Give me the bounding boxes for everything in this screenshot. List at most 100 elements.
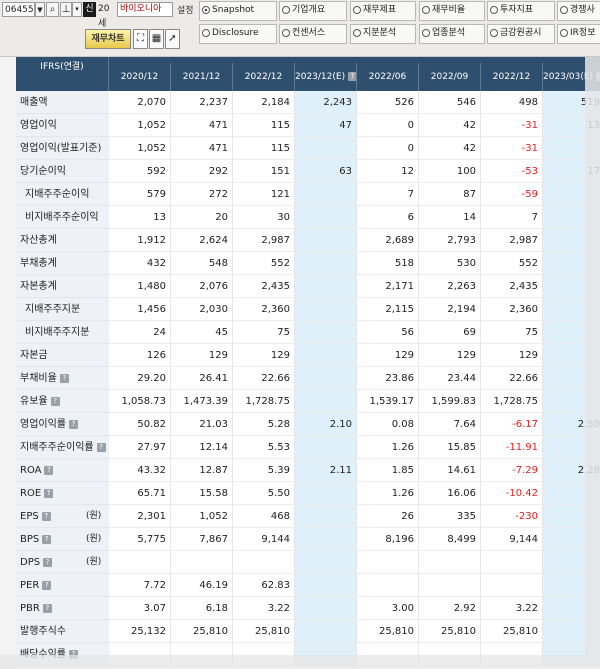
help-icon[interactable]: ? xyxy=(42,603,52,613)
radio-dot-icon xyxy=(422,29,430,37)
row-label: 자본총계 xyxy=(16,275,109,298)
expand-icon[interactable]: ⛶ xyxy=(133,29,148,49)
help-icon[interactable]: ? xyxy=(69,419,78,429)
table-cell: 2,237 xyxy=(171,91,233,114)
radio-6[interactable]: Disclosure xyxy=(202,26,259,40)
row-label[interactable]: PER? xyxy=(16,574,109,597)
table-cell xyxy=(295,298,357,321)
table-cell: 6 xyxy=(357,206,419,229)
radio-4[interactable]: 투자지표 xyxy=(490,3,533,17)
help-icon[interactable]: ? xyxy=(42,534,52,544)
row-label: 매출액 xyxy=(16,91,109,114)
table-cell xyxy=(295,206,357,229)
row-label[interactable]: PBR? xyxy=(16,597,109,620)
radio-10[interactable]: 금감원공시 xyxy=(490,26,541,40)
table-cell: 13 xyxy=(109,206,171,229)
table-cell: 2,435 xyxy=(233,275,295,298)
table-cell: 1,058.73 xyxy=(109,390,171,413)
radio-label: IR정보 xyxy=(570,28,596,38)
radio-8[interactable]: 지분분석 xyxy=(353,26,396,40)
table-cell: 3.00 xyxy=(357,597,419,620)
table-cell: 25,810 xyxy=(233,620,295,643)
column-header-label: 2022/09 xyxy=(430,72,469,82)
table-cell: 26.41 xyxy=(171,367,233,390)
row-label: 영업이익 xyxy=(16,114,109,137)
help-icon[interactable]: ? xyxy=(348,72,356,81)
table-cell xyxy=(295,620,357,643)
menu-dropdown-icon[interactable]: ▾ xyxy=(72,2,82,17)
radio-1[interactable]: 기업개요 xyxy=(282,3,325,17)
settings-link[interactable]: 설정 xyxy=(177,3,194,16)
help-icon[interactable]: ? xyxy=(44,465,54,475)
help-icon[interactable]: ? xyxy=(43,557,53,567)
table-cell: 292 xyxy=(171,160,233,183)
table-cell xyxy=(295,574,357,597)
help-icon[interactable]: ? xyxy=(59,373,69,383)
table-cell: 5.28 xyxy=(233,413,295,436)
table-cell: 47 xyxy=(295,114,357,137)
table-cell: 5,775 xyxy=(109,528,171,551)
pin-icon[interactable]: ⊥ xyxy=(60,2,72,17)
table-cell: 2,793 xyxy=(419,229,481,252)
table-cell: 2,689 xyxy=(357,229,419,252)
table-cell: 548 xyxy=(171,252,233,275)
search-icon[interactable]: ⌕ xyxy=(46,2,59,17)
calendar-icon[interactable]: ▦ xyxy=(149,29,164,49)
table-cell: 2.92 xyxy=(419,597,481,620)
company-name-field[interactable]: 바이오니아 xyxy=(117,2,173,17)
table-cell: 12.87 xyxy=(171,459,233,482)
radio-dot-icon xyxy=(560,29,568,37)
table-cell: 9,144 xyxy=(233,528,295,551)
table-cell: 50.82 xyxy=(109,413,171,436)
table-cell: 27.97 xyxy=(109,436,171,459)
row-label[interactable]: 영업이익률? xyxy=(16,413,109,436)
table-cell: 63 xyxy=(295,160,357,183)
row-label[interactable]: 부채비율? xyxy=(16,367,109,390)
row-label-text: 비지배주주지분 xyxy=(25,327,90,338)
table-row: 매출액2,0702,2372,1842,243526546498519 xyxy=(16,91,600,114)
radio-11[interactable]: IR정보 xyxy=(560,26,595,40)
horizontal-scrollbar[interactable] xyxy=(0,655,600,669)
radio-7[interactable]: 컨센서스 xyxy=(282,26,325,40)
table-cell: -53 xyxy=(481,160,543,183)
row-label[interactable]: ROA? xyxy=(16,459,109,482)
row-label[interactable]: BPS? (원) xyxy=(16,528,109,551)
radio-5[interactable]: 경쟁사 xyxy=(560,3,595,17)
table-cell: 9,144 xyxy=(481,528,543,551)
cursor-icon[interactable]: ➚ xyxy=(165,29,180,49)
vertical-scrollbar[interactable] xyxy=(585,57,600,655)
table-row: 영업이익률?50.8221.035.282.100.087.64-6.172.5… xyxy=(16,413,600,436)
row-label[interactable]: DPS? (원) xyxy=(16,551,109,574)
table-cell: 126 xyxy=(109,344,171,367)
row-label[interactable]: EPS? (원) xyxy=(16,505,109,528)
table-cell xyxy=(419,551,481,574)
table-cell: 272 xyxy=(171,183,233,206)
help-icon[interactable]: ? xyxy=(96,442,106,452)
stock-code-input[interactable]: 064550 xyxy=(2,2,35,17)
column-header-label: 2023/12(E) xyxy=(295,72,346,82)
radio-3[interactable]: 재무비율 xyxy=(422,3,465,17)
financial-chart-button[interactable]: 재무차트 xyxy=(85,29,131,49)
help-icon[interactable]: ? xyxy=(50,396,60,406)
table-cell: 129 xyxy=(419,344,481,367)
help-icon[interactable]: ? xyxy=(44,488,54,498)
code-dropdown-button[interactable]: ▼ xyxy=(35,2,45,17)
radio-2[interactable]: 재무제표 xyxy=(353,3,396,17)
help-icon[interactable]: ? xyxy=(41,511,51,521)
row-label[interactable]: 지배주주순이익률? xyxy=(16,436,109,459)
row-label[interactable]: 유보율? xyxy=(16,390,109,413)
table-cell: 1,052 xyxy=(171,505,233,528)
toolbar: 064550 ▼ ⌕ ⊥ ▾ 신 20세 바이오니아 설정 재무차트 ⛶ ▦ ➚… xyxy=(0,0,600,57)
radio-label: 재무비율 xyxy=(432,5,466,15)
table-cell: -31 xyxy=(481,137,543,160)
radio-9[interactable]: 업종분석 xyxy=(422,26,465,40)
table-cell: 22.66 xyxy=(481,367,543,390)
row-label-text: 부채비율 xyxy=(20,373,57,384)
help-icon[interactable]: ? xyxy=(42,580,52,590)
radio-0[interactable]: Snapshot xyxy=(202,3,254,17)
table-cell: 546 xyxy=(419,91,481,114)
table-cell xyxy=(109,551,171,574)
row-label[interactable]: ROE? xyxy=(16,482,109,505)
table-cell: 498 xyxy=(481,91,543,114)
column-header-label: 2022/12 xyxy=(244,72,283,82)
